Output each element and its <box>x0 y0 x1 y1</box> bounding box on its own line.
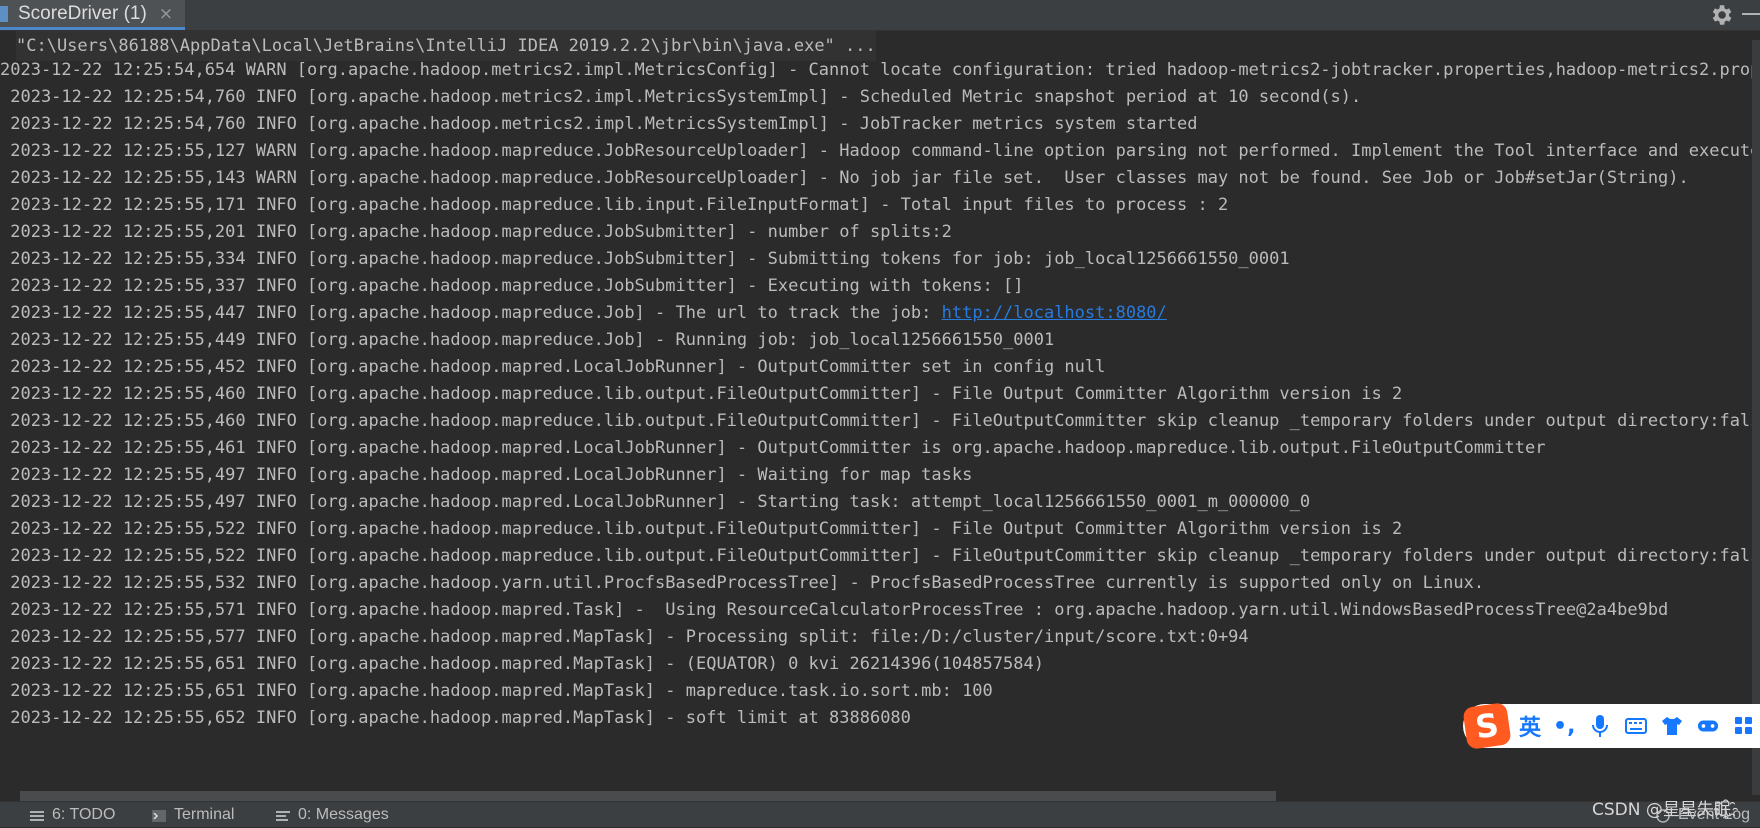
log-line: 2023-12-22 12:25:54,760 INFO [org.apache… <box>0 114 1198 134</box>
console-output[interactable]: "C:\Users\86188\AppData\Local\JetBrains\… <box>0 31 1760 801</box>
microphone-icon[interactable] <box>1589 715 1611 737</box>
log-line: 2023-12-22 12:25:55,449 INFO [org.apache… <box>0 330 1055 350</box>
terminal-label: Terminal <box>174 806 235 823</box>
horizontal-scrollbar[interactable] <box>20 791 1276 801</box>
messages-label: 0: Messages <box>298 806 389 823</box>
log-line: 2023-12-22 12:25:55,460 INFO [org.apache… <box>0 384 1403 404</box>
minimize-icon[interactable] <box>1742 13 1760 15</box>
log-line: 2023-12-22 12:25:55,651 INFO [org.apache… <box>0 654 1044 674</box>
log-line: 2023-12-22 12:25:55,452 INFO [org.apache… <box>0 357 1106 377</box>
list-icon <box>30 809 44 821</box>
log-line: 2023-12-22 12:25:55,171 INFO [org.apache… <box>0 195 1229 215</box>
log-line: 2023-12-22 12:25:55,461 INFO [org.apache… <box>0 438 1546 458</box>
log-line: 2023-12-22 12:25:55,497 INFO [org.apache… <box>0 465 973 485</box>
log-line: 2023-12-22 12:25:55,651 INFO [org.apache… <box>0 681 993 701</box>
tab-title: ScoreDriver (1) <box>18 2 147 24</box>
messages-icon <box>276 809 290 821</box>
ime-language-toggle[interactable]: 英 <box>1519 710 1541 742</box>
log-line: 2023-12-22 12:25:55,577 INFO [org.apache… <box>0 627 1249 647</box>
log-line: 2023-12-22 12:25:55,201 INFO [org.apache… <box>0 222 952 242</box>
log-line: 2023-12-22 12:25:55,143 WARN [org.apache… <box>0 168 1689 188</box>
terminal-icon <box>152 809 166 822</box>
log-line: 2023-12-22 12:25:55,571 INFO [org.apache… <box>0 600 1669 620</box>
close-icon[interactable]: × <box>159 4 173 24</box>
log-line: 2023-12-22 12:25:55,532 INFO [org.apache… <box>0 573 1485 593</box>
ime-punctuation-toggle[interactable]: •, <box>1553 714 1575 739</box>
todo-tool-button[interactable]: 6: TODO <box>30 806 115 824</box>
skin-shirt-icon[interactable] <box>1661 715 1683 737</box>
log-line: 2023-12-22 12:25:54,654 WARN [org.apache… <box>0 60 1760 80</box>
log-line: 2023-12-22 12:25:55,522 INFO [org.apache… <box>0 546 1760 566</box>
vertical-scrollbar[interactable] <box>1752 40 1760 795</box>
log-line: 2023-12-22 12:25:55,497 INFO [org.apache… <box>0 492 1311 512</box>
terminal-tool-button[interactable]: Terminal <box>152 806 234 824</box>
log-line: 2023-12-22 12:25:54,760 INFO [org.apache… <box>0 87 1362 107</box>
job-tracking-link[interactable]: http://localhost:8080/ <box>942 303 1167 323</box>
log-line: 2023-12-22 12:25:55,337 INFO [org.apache… <box>0 276 1024 296</box>
csdn-watermark: CSDN @星星失眠҈ <box>1592 800 1738 820</box>
toolbox-grid-icon[interactable] <box>1733 715 1755 737</box>
log-line: 2023-12-22 12:25:55,334 INFO [org.apache… <box>0 249 1290 269</box>
run-tool-window-header: ScoreDriver (1) × <box>0 0 1760 31</box>
log-line: 2023-12-22 12:25:55,652 INFO [org.apache… <box>0 708 911 728</box>
messages-tool-button[interactable]: 0: Messages <box>276 806 389 824</box>
ime-toolbar: S 英 •, <box>1462 702 1760 750</box>
log-line-text: 2023-12-22 12:25:55,447 INFO [org.apache… <box>0 303 942 323</box>
run-config-icon <box>0 5 8 22</box>
gear-icon[interactable] <box>1708 2 1734 32</box>
sogou-logo-icon[interactable]: S <box>1462 702 1512 750</box>
status-bar: 6: TODO Terminal 0: Messages Event Log <box>0 801 1760 827</box>
log-line-with-link: 2023-12-22 12:25:55,447 INFO [org.apache… <box>0 298 1167 328</box>
keyboard-icon[interactable] <box>1625 715 1648 737</box>
gamepad-icon[interactable] <box>1697 715 1719 737</box>
todo-label: 6: TODO <box>52 806 116 823</box>
log-line: 2023-12-22 12:25:55,522 INFO [org.apache… <box>0 519 1403 539</box>
tab-scoredriver[interactable]: ScoreDriver (1) × <box>0 0 185 30</box>
log-line: 2023-12-22 12:25:55,460 INFO [org.apache… <box>0 411 1760 431</box>
log-line: 2023-12-22 12:25:55,127 WARN [org.apache… <box>0 141 1760 161</box>
